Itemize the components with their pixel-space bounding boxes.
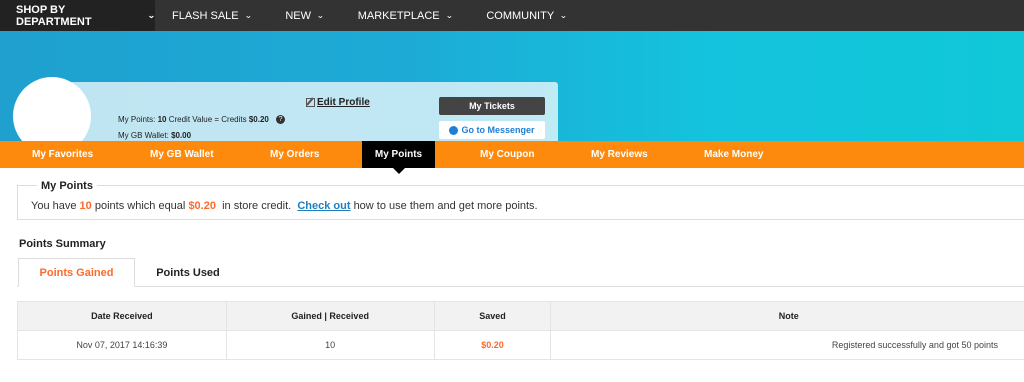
header-date-received: Date Received (17, 301, 227, 331)
department-label: SHOP BY DEPARTMENT (16, 3, 92, 28)
text-part: how to use them and get more points. (353, 200, 538, 212)
points-label: My Points: (118, 115, 156, 124)
cell-gained: 10 (225, 330, 435, 360)
table-header-row: Date Received Gained | Received Saved No… (17, 301, 1024, 331)
help-icon[interactable]: ? (276, 115, 286, 125)
points-summary-line: My Points: 10 Credit Value = Credits $0.… (118, 115, 286, 125)
top-nav: SHOP BY DEPARTMENT ⌄ FLASH SALE ⌄ NEW ⌄ MAR… (0, 0, 1024, 31)
nav-label: NEW (285, 9, 312, 22)
points-description: You have 10 points which equal $0.20 in … (31, 200, 538, 212)
my-tickets-button[interactable]: My Tickets (439, 97, 545, 115)
shop-by-department-menu[interactable]: SHOP BY DEPARTMENT ⌄ (0, 0, 156, 31)
edit-profile-link[interactable]: Edit Profile (306, 97, 370, 108)
nav-label: COMMUNITY (486, 9, 555, 22)
wallet-label: My GB Wallet: (118, 131, 169, 140)
nav-label: MARKETPLACE (357, 9, 440, 22)
tab-points-gained[interactable]: Points Gained (18, 258, 135, 287)
messenger-label: Go to Messenger (461, 125, 535, 135)
chevron-down-icon: ⌄ (444, 11, 454, 20)
nav-label: FLASH SALE (172, 9, 239, 22)
wallet-value: $0.00 (171, 131, 192, 140)
tab-points-used[interactable]: Points Used (143, 258, 233, 287)
cell-note: Registered successfully and got 50 point… (550, 330, 1024, 360)
cell-saved: $0.20 (433, 330, 552, 360)
wallet-line: My GB Wallet: $0.00 (118, 131, 191, 140)
nav-marketplace[interactable]: MARKETPLACE ⌄ (341, 0, 470, 31)
account-tabs: My Favorites My GB Wallet My Orders My P… (0, 141, 1024, 174)
tab-make-money[interactable]: Make Money (704, 141, 763, 168)
tab-my-orders[interactable]: My Orders (270, 141, 319, 168)
credit-value: $0.20 (248, 115, 269, 124)
nav-flash-sale[interactable]: FLASH SALE ⌄ (155, 0, 268, 31)
chevron-down-icon: ⌄ (147, 11, 156, 20)
points-value: 10 (157, 115, 167, 124)
nav-community[interactable]: COMMUNITY ⌄ (469, 0, 584, 31)
header-saved: Saved (433, 301, 552, 331)
header-gained-received: Gained | Received (225, 301, 435, 331)
my-points-heading: My Points (37, 180, 97, 192)
profile-banner: Edit Profile My Points: 10 Credit Value … (0, 31, 1024, 155)
points-summary-title: Points Summary (19, 238, 106, 250)
table-row: Nov 07, 2017 14:16:39 10 $0.20 Registere… (17, 330, 1024, 360)
tab-my-reviews[interactable]: My Reviews (591, 141, 648, 168)
tab-my-coupon[interactable]: My Coupon (480, 141, 534, 168)
messenger-icon (449, 125, 459, 135)
credit-label: Credit Value = Credits (168, 115, 247, 124)
edit-profile-label: Edit Profile (317, 97, 370, 108)
points-count: 10 (79, 200, 92, 212)
edit-icon (306, 98, 315, 107)
points-table: Date Received Gained | Received Saved No… (17, 301, 1024, 360)
chevron-down-icon: ⌄ (559, 11, 568, 20)
chevron-down-icon: ⌄ (243, 11, 253, 20)
header-note: Note (550, 301, 1024, 331)
cell-date: Nov 07, 2017 14:16:39 (17, 330, 227, 360)
tab-my-favorites[interactable]: My Favorites (32, 141, 93, 168)
text-part: You have (31, 200, 77, 212)
chevron-down-icon: ⌄ (316, 11, 325, 20)
text-part: in store credit. (222, 200, 292, 212)
check-out-link[interactable]: Check out (297, 200, 350, 212)
points-credit-value: $0.20 (188, 200, 216, 212)
go-to-messenger-button[interactable]: Go to Messenger (439, 121, 545, 139)
nav-new[interactable]: NEW ⌄ (268, 0, 340, 31)
tab-my-gb-wallet[interactable]: My GB Wallet (150, 141, 214, 168)
tab-my-points[interactable]: My Points (362, 141, 435, 174)
text-part: points which equal (94, 200, 186, 212)
